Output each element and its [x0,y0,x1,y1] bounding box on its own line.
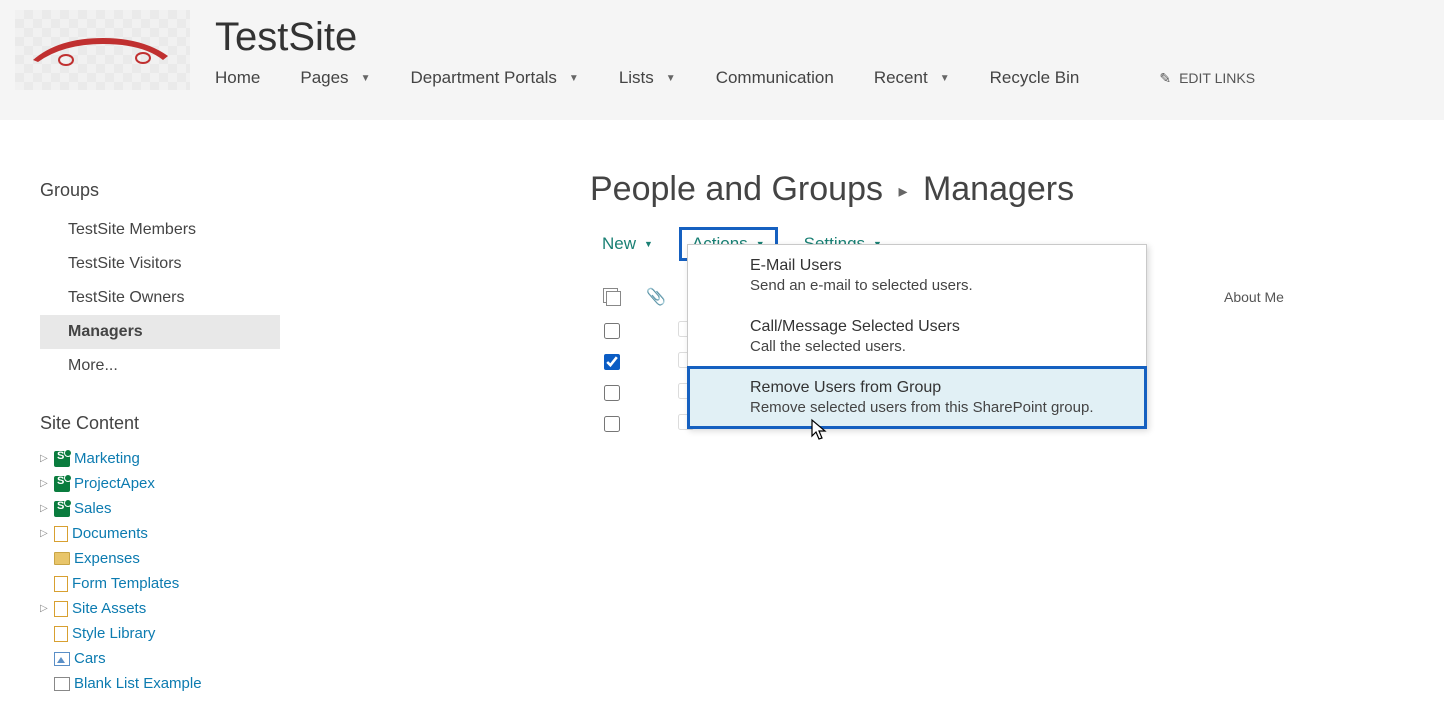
row-checkbox[interactable] [604,416,620,432]
expand-toggle-icon[interactable]: ▷ [40,503,52,514]
folder-icon [54,552,70,565]
nav-label: Recent [874,68,928,88]
tree-item-documents[interactable]: ▷ Documents [40,521,280,546]
doc-icon [54,526,68,542]
dropdown-item-description: Send an e-mail to selected users. [750,277,1136,294]
tree-item-label: Sales [74,500,112,517]
group-item-more-[interactable]: More... [40,349,280,383]
site-content-heading: Site Content [40,413,280,434]
list-icon [54,677,70,691]
caret-down-icon: ▼ [644,239,653,249]
doc-icon [54,601,68,617]
nav-label: Communication [716,68,834,88]
about-me-column-header[interactable]: About Me [1204,289,1404,305]
top-nav: Home Pages ▼ Department Portals ▼ Lists ▼ Commu… [215,68,1255,88]
group-item-testsite-visitors[interactable]: TestSite Visitors [40,247,280,281]
main-content: People and Groups ▸ Managers New ▼ Actio… [280,150,1444,696]
row-checkbox[interactable] [604,323,620,339]
nav-label: Home [215,68,260,88]
new-label: New [602,234,636,254]
doc-icon [54,626,68,642]
sp-icon [54,476,70,492]
dropdown-item-e-mail-users[interactable]: E-Mail Users Send an e-mail to selected u… [688,245,1146,306]
dropdown-item-title: Remove Users from Group [750,379,1136,397]
page-title: People and Groups ▸ Managers [590,170,1404,209]
breadcrumb-root[interactable]: People and Groups [590,170,883,208]
breadcrumb-separator-icon: ▸ [898,181,907,201]
tree-item-cars[interactable]: Cars [40,646,280,671]
doc-icon [54,576,68,592]
dropdown-item-title: E-Mail Users [750,257,1136,275]
group-item-testsite-owners[interactable]: TestSite Owners [40,281,280,315]
group-item-testsite-members[interactable]: TestSite Members [40,213,280,247]
site-content-tree: ▷ Marketing ▷ ProjectApex ▷ Sales ▷ Documents Ex… [40,446,280,696]
tree-item-sales[interactable]: ▷ Sales [40,496,280,521]
dropdown-item-description: Call the selected users. [750,338,1136,355]
sp-icon [54,501,70,517]
nav-item-home[interactable]: Home [215,68,260,88]
tree-item-label: Site Assets [72,600,146,617]
expand-toggle-icon[interactable]: ▷ [40,453,52,464]
tree-item-marketing[interactable]: ▷ Marketing [40,446,280,471]
dropdown-item-description: Remove selected users from this SharePoi… [750,399,1136,416]
left-sidebar: Groups TestSite MembersTestSite Visitors… [0,150,280,696]
caret-down-icon: ▼ [569,73,579,84]
site-title[interactable]: TestSite [215,15,1255,60]
nav-item-recent[interactable]: Recent ▼ [874,68,950,88]
tree-item-form-templates[interactable]: Form Templates [40,571,280,596]
expand-toggle-icon[interactable]: ▷ [40,528,52,539]
edit-links-label: EDIT LINKS [1179,70,1255,86]
nav-item-department-portals[interactable]: Department Portals ▼ [410,68,578,88]
tree-item-label: Cars [74,650,106,667]
tree-item-label: Blank List Example [74,675,202,692]
tree-item-site-assets[interactable]: ▷ Site Assets [40,596,280,621]
caret-down-icon: ▼ [940,73,950,84]
dropdown-item-title: Call/Message Selected Users [750,318,1136,336]
nav-item-communication[interactable]: Communication [716,68,834,88]
tree-item-label: Style Library [72,625,155,642]
nav-item-recycle-bin[interactable]: Recycle Bin [990,68,1080,88]
tree-item-style-library[interactable]: Style Library [40,621,280,646]
pic-icon [54,652,70,666]
attachment-column-icon[interactable]: 📎 [646,287,666,307]
caret-down-icon: ▼ [361,73,371,84]
new-menu[interactable]: New ▼ [602,234,653,254]
tree-item-label: Expenses [74,550,140,567]
site-logo[interactable] [15,10,190,90]
group-item-managers[interactable]: Managers [40,315,280,349]
expand-toggle-icon[interactable]: ▷ [40,478,52,489]
breadcrumb-current: Managers [923,170,1074,208]
actions-dropdown: E-Mail Users Send an e-mail to selected u… [687,244,1147,429]
pencil-icon: ✎ [1159,70,1171,87]
site-header: TestSite HomePages▼Department Portals▼Li… [0,0,1444,120]
edit-links-button[interactable]: ✎ EDIT LINKS [1159,70,1255,87]
row-checkbox[interactable] [604,385,620,401]
caret-down-icon: ▼ [666,73,676,84]
nav-label: Pages [300,68,348,88]
tree-item-label: ProjectApex [74,475,155,492]
sp-icon [54,451,70,467]
nav-label: Recycle Bin [990,68,1080,88]
car-logo-icon [28,30,178,70]
tree-item-label: Marketing [74,450,140,467]
tree-item-expenses[interactable]: Expenses [40,546,280,571]
nav-label: Department Portals [410,68,556,88]
nav-item-lists[interactable]: Lists ▼ [619,68,676,88]
groups-heading: Groups [40,180,280,201]
nav-item-pages[interactable]: Pages ▼ [300,68,370,88]
nav-label: Lists [619,68,654,88]
tree-item-projectapex[interactable]: ▷ ProjectApex [40,471,280,496]
tree-item-label: Documents [72,525,148,542]
row-checkbox[interactable] [604,354,620,370]
groups-list: TestSite MembersTestSite VisitorsTestSit… [40,213,280,383]
tree-item-label: Form Templates [72,575,179,592]
dropdown-item-remove-users-from-group[interactable]: Remove Users from Group Remove selected u… [688,367,1146,428]
select-all-icon[interactable] [603,288,621,306]
dropdown-item-call-message-selected-users[interactable]: Call/Message Selected Users Call the sele… [688,306,1146,367]
tree-item-blank-list-example[interactable]: Blank List Example [40,671,280,696]
expand-toggle-icon[interactable]: ▷ [40,603,52,614]
